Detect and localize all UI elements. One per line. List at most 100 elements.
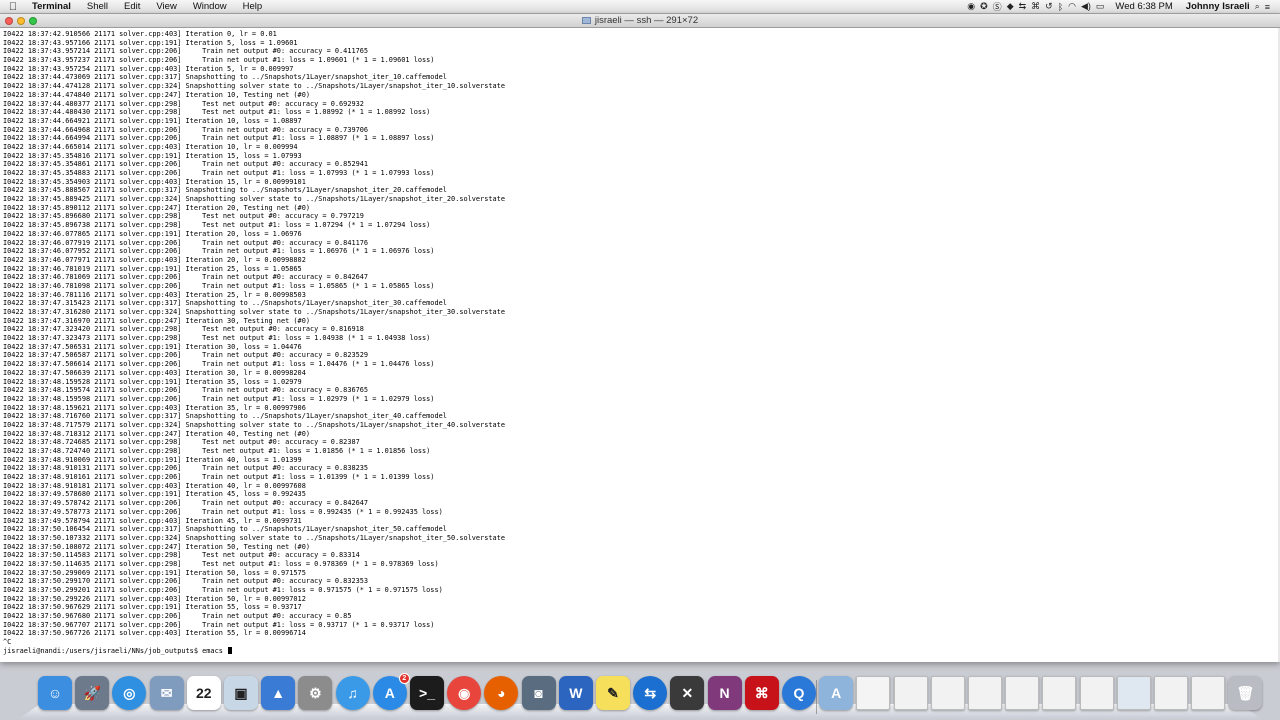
terminal-line: I0422 18:37:45.354903 21171 solver.cpp:4… bbox=[3, 177, 306, 186]
menu-extra-icon[interactable]: ⌘ bbox=[1031, 1, 1040, 12]
dock-item-word[interactable]: W bbox=[558, 676, 593, 710]
time-machine-icon[interactable]: ↺ bbox=[1045, 1, 1053, 12]
terminal-line: I0422 18:37:48.716760 21171 solver.cpp:3… bbox=[3, 412, 447, 421]
terminal-line: I0422 18:37:47.506639 21171 solver.cpp:4… bbox=[3, 368, 306, 377]
record-icon[interactable]: ◉ bbox=[967, 1, 975, 12]
teamviewer-status-icon[interactable]: ⇆ bbox=[1019, 1, 1027, 12]
compass-icon: ◎ bbox=[123, 684, 136, 701]
dropbox-icon[interactable]: ◆ bbox=[1007, 1, 1014, 12]
trash-icon: 🗑 bbox=[1236, 684, 1255, 701]
battery-icon[interactable]: ▭ bbox=[1096, 1, 1105, 12]
skype-icon[interactable]: Ⓢ bbox=[993, 0, 1002, 13]
x11-icon: ✕ bbox=[681, 684, 694, 701]
terminal-line: I0422 18:37:45.890112 21171 solver.cpp:2… bbox=[3, 203, 310, 212]
dock-item-keynote[interactable]: ▲ bbox=[261, 676, 296, 710]
terminal-line: I0422 18:37:46.781116 21171 solver.cpp:4… bbox=[3, 290, 306, 299]
terminal-line: I0422 18:37:47.323473 21171 solver.cpp:2… bbox=[3, 334, 431, 343]
dock-item-minimized-window-7[interactable] bbox=[1116, 676, 1151, 710]
terminal-line: I0422 18:37:46.077919 21171 solver.cpp:2… bbox=[3, 238, 369, 247]
volume-icon[interactable]: ◀) bbox=[1081, 1, 1091, 12]
terminal-line: I0422 18:37:45.354816 21171 solver.cpp:1… bbox=[3, 151, 302, 160]
dock-item-system-preferences[interactable]: ⚙ bbox=[298, 676, 333, 710]
terminal-line: I0422 18:37:47.316280 21171 solver.cpp:3… bbox=[3, 308, 505, 316]
word-icon: W bbox=[569, 685, 583, 701]
menu-clock[interactable]: Wed 6:38 PM bbox=[1109, 1, 1172, 12]
terminal-line: I0422 18:37:48.159528 21171 solver.cpp:1… bbox=[3, 377, 302, 386]
spotlight-icon[interactable]: ⌕ bbox=[1255, 1, 1260, 12]
gear-icon: ⚙ bbox=[309, 684, 322, 701]
dock-item-minimized-window-2[interactable] bbox=[930, 676, 965, 710]
menu-help[interactable]: Help bbox=[235, 1, 271, 12]
terminal-line: I0422 18:37:46.077971 21171 solver.cpp:4… bbox=[3, 255, 306, 264]
menu-bar:  Terminal Shell Edit View Window Help ◉… bbox=[0, 0, 1280, 14]
apple-menu-icon[interactable]:  bbox=[0, 1, 26, 13]
notification-center-icon[interactable]: ≡ bbox=[1265, 2, 1270, 12]
terminal-line: I0422 18:37:50.114635 21171 solver.cpp:2… bbox=[3, 559, 439, 568]
terminal-line: I0422 18:37:48.910181 21171 solver.cpp:4… bbox=[3, 481, 306, 490]
finder-icon: ☺ bbox=[47, 685, 63, 701]
menu-view[interactable]: View bbox=[148, 1, 184, 12]
dock-item-minimized-window-4[interactable] bbox=[1005, 676, 1040, 710]
menu-shell[interactable]: Shell bbox=[79, 1, 116, 12]
dock-item-onenote[interactable]: N bbox=[707, 676, 742, 710]
dock-item-image-capture[interactable]: ◙ bbox=[521, 676, 556, 710]
menu-edit[interactable]: Edit bbox=[116, 1, 148, 12]
terminal-line: I0422 18:37:48.910131 21171 solver.cpp:2… bbox=[3, 464, 369, 473]
dock-item-applications-folder[interactable]: A bbox=[819, 676, 854, 710]
terminal-line: I0422 18:37:50.106454 21171 solver.cpp:3… bbox=[3, 525, 447, 534]
dock: ☺ 🚀 ◎ ✉ 22 ▣ ▲ ⚙ ♫ A 2 >_ ◉ ◕ ◙ W ✎ ⇆ ✕ N ⌘ Q A 🗑 bbox=[19, 668, 1263, 720]
dock-item-minimized-window-9[interactable] bbox=[1191, 676, 1226, 710]
dock-item-calendar[interactable]: 22 bbox=[186, 676, 221, 710]
dock-separator bbox=[816, 680, 818, 714]
terminal-line: I0422 18:37:49.578773 21171 solver.cpp:2… bbox=[3, 507, 443, 516]
dock-item-finder[interactable]: ☺ bbox=[38, 676, 72, 710]
dock-item-document-1[interactable] bbox=[856, 676, 891, 710]
terminal-output[interactable]: I0422 18:37:42.910566 21171 solver.cpp:4… bbox=[0, 28, 1280, 662]
dock-item-minimized-window-8[interactable] bbox=[1154, 676, 1188, 710]
user-name[interactable]: Johnny Israeli bbox=[1178, 1, 1250, 12]
sticky-note-icon: ✎ bbox=[607, 684, 619, 701]
dock-item-teamviewer[interactable]: ⇆ bbox=[633, 676, 668, 710]
window-title: jisraeli — ssh — 291×72 bbox=[0, 15, 1280, 26]
terminal-line: I0422 18:37:48.159574 21171 solver.cpp:2… bbox=[3, 386, 369, 395]
dock-item-stickies[interactable]: ✎ bbox=[596, 676, 630, 710]
dock-item-preview[interactable]: ▣ bbox=[224, 676, 258, 710]
dock-item-x11[interactable]: ✕ bbox=[670, 676, 705, 710]
bluetooth-icon[interactable]: ᛒ bbox=[1058, 2, 1063, 12]
terminal-line: I0422 18:37:50.299226 21171 solver.cpp:4… bbox=[3, 594, 306, 603]
terminal-line: I0422 18:37:44.480430 21171 solver.cpp:2… bbox=[3, 108, 431, 117]
music-note-icon: ♫ bbox=[347, 685, 358, 701]
dock-item-mail[interactable]: ✉ bbox=[149, 676, 184, 710]
terminal-prompt[interactable]: jisraeli@nandi:/users/jisraeli/NNs/job_o… bbox=[3, 646, 1280, 656]
dock-item-terminal[interactable]: >_ bbox=[410, 676, 444, 710]
wifi-icon[interactable]: ◠ bbox=[1068, 1, 1076, 12]
terminal-line: I0422 18:37:47.316970 21171 solver.cpp:2… bbox=[3, 316, 310, 325]
terminal-window: jisraeli — ssh — 291×72 I0422 18:37:42.9… bbox=[0, 14, 1280, 662]
terminal-line: I0422 18:37:46.781069 21171 solver.cpp:2… bbox=[3, 273, 369, 282]
terminal-line: I0422 18:37:46.781098 21171 solver.cpp:2… bbox=[3, 281, 435, 290]
terminal-line: I0422 18:37:48.724740 21171 solver.cpp:2… bbox=[3, 447, 431, 455]
dock-item-chrome[interactable]: ◉ bbox=[447, 676, 482, 710]
dock-item-quicktime[interactable]: Q bbox=[782, 676, 816, 710]
dock-item-minimized-window-1[interactable] bbox=[893, 676, 928, 710]
dock-item-minimized-window-3[interactable] bbox=[968, 676, 1002, 710]
teamviewer-icon: ⇆ bbox=[644, 684, 657, 701]
dock-item-minimized-window-6[interactable] bbox=[1079, 676, 1114, 710]
onenote-icon: N bbox=[719, 685, 730, 701]
menu-window[interactable]: Window bbox=[185, 1, 235, 12]
terminal-line: I0422 18:37:50.967629 21171 solver.cpp:1… bbox=[3, 603, 302, 612]
dock-item-app-store[interactable]: A2 bbox=[372, 673, 410, 710]
evernote-icon[interactable]: ✪ bbox=[980, 1, 988, 12]
menu-app-name[interactable]: Terminal bbox=[26, 1, 79, 12]
dock-item-acrobat[interactable]: ⌘ bbox=[744, 676, 779, 710]
dock-item-minimized-window-5[interactable] bbox=[1042, 676, 1077, 710]
terminal-line: I0422 18:37:47.323420 21171 solver.cpp:2… bbox=[3, 325, 364, 334]
photos-icon: ▣ bbox=[234, 684, 248, 701]
text-cursor bbox=[228, 646, 233, 654]
stamp-icon: ✉ bbox=[160, 684, 173, 701]
window-titlebar[interactable]: jisraeli — ssh — 291×72 bbox=[0, 14, 1280, 28]
dock-item-trash[interactable]: 🗑 bbox=[1228, 676, 1263, 710]
dock-item-launchpad[interactable]: 🚀 bbox=[75, 676, 110, 710]
dock-item-itunes[interactable]: ♫ bbox=[335, 676, 370, 710]
terminal-line: I0422 18:37:50.299201 21171 solver.cpp:2… bbox=[3, 586, 443, 594]
